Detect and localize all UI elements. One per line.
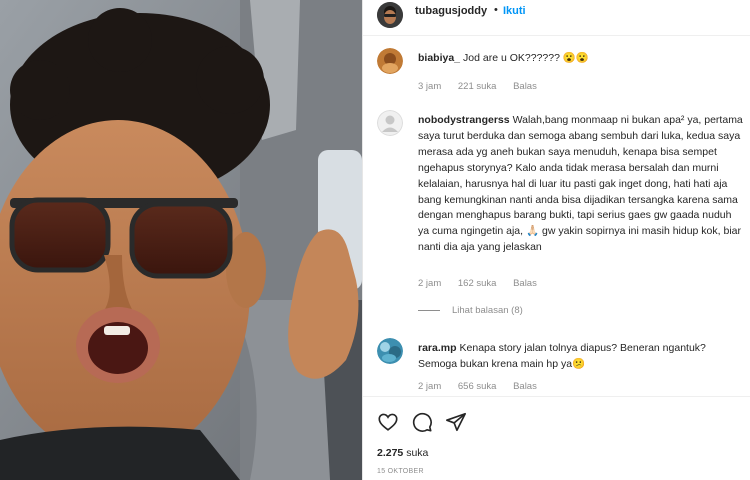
- follow-button[interactable]: Ikuti: [503, 5, 526, 17]
- comment-likes[interactable]: 162 suka: [458, 278, 497, 289]
- heart-icon[interactable]: [377, 411, 399, 433]
- post-header: tubagusjoddy • Ikuti: [363, 0, 750, 36]
- comment-username[interactable]: biabiya_: [418, 52, 460, 64]
- comment-text: Walah,bang monmaap ni bukan apa² ya, per…: [418, 114, 743, 254]
- comment-username[interactable]: rara.mp: [418, 342, 457, 354]
- reply-button[interactable]: Balas: [513, 81, 537, 92]
- comment-meta: 3 jam 221 suka Balas: [418, 81, 551, 92]
- reply-button[interactable]: Balas: [513, 278, 537, 289]
- comment-username[interactable]: nobodystrangerss: [418, 114, 510, 126]
- comment-meta: 2 jam 162 suka Balas: [418, 278, 551, 289]
- comment-body: nobodystrangerss Walah,bang monmaap ni bu…: [418, 113, 744, 256]
- post-panel: tubagusjoddy • Ikuti biabiya_ Jod are u O…: [362, 0, 750, 480]
- view-replies-label: Lihat balasan (8): [452, 305, 523, 316]
- comment-body: rara.mp Kenapa story jalan tolnya diapus?…: [418, 340, 743, 372]
- likes-count[interactable]: 2.275 suka: [377, 447, 428, 459]
- poster-username[interactable]: tubagusjoddy: [415, 5, 487, 17]
- comment-time: 3 jam: [418, 81, 442, 92]
- comment-time: 2 jam: [418, 278, 442, 289]
- post-photo: [0, 0, 362, 480]
- commenter-avatar[interactable]: [377, 338, 403, 364]
- header-separator: •: [494, 4, 498, 16]
- likes-label: suka: [406, 447, 429, 459]
- post-date: 15 OKTOBER: [377, 468, 424, 475]
- replies-divider: [418, 309, 440, 311]
- comment-text: Kenapa story jalan tolnya diapus? Benera…: [418, 342, 706, 370]
- comment-time: 2 jam: [418, 381, 442, 392]
- view-replies-button[interactable]: Lihat balasan (8): [418, 305, 523, 316]
- paper-plane-icon[interactable]: [445, 411, 467, 433]
- comment-likes[interactable]: 656 suka: [458, 381, 497, 392]
- poster-avatar[interactable]: [377, 2, 403, 28]
- comment-likes[interactable]: 221 suka: [458, 81, 497, 92]
- comment-body: biabiya_ Jod are u OK?????? 😮😮: [418, 50, 743, 66]
- comment-bubble-icon[interactable]: [411, 411, 433, 433]
- commenter-avatar-default[interactable]: [377, 110, 403, 136]
- reply-button[interactable]: Balas: [513, 381, 537, 392]
- comment-text: Jod are u OK?????? 😮😮: [463, 52, 590, 64]
- likes-number: 2.275: [377, 447, 404, 459]
- comment-meta: 2 jam 656 suka Balas: [418, 381, 551, 392]
- commenter-avatar[interactable]: [377, 48, 403, 74]
